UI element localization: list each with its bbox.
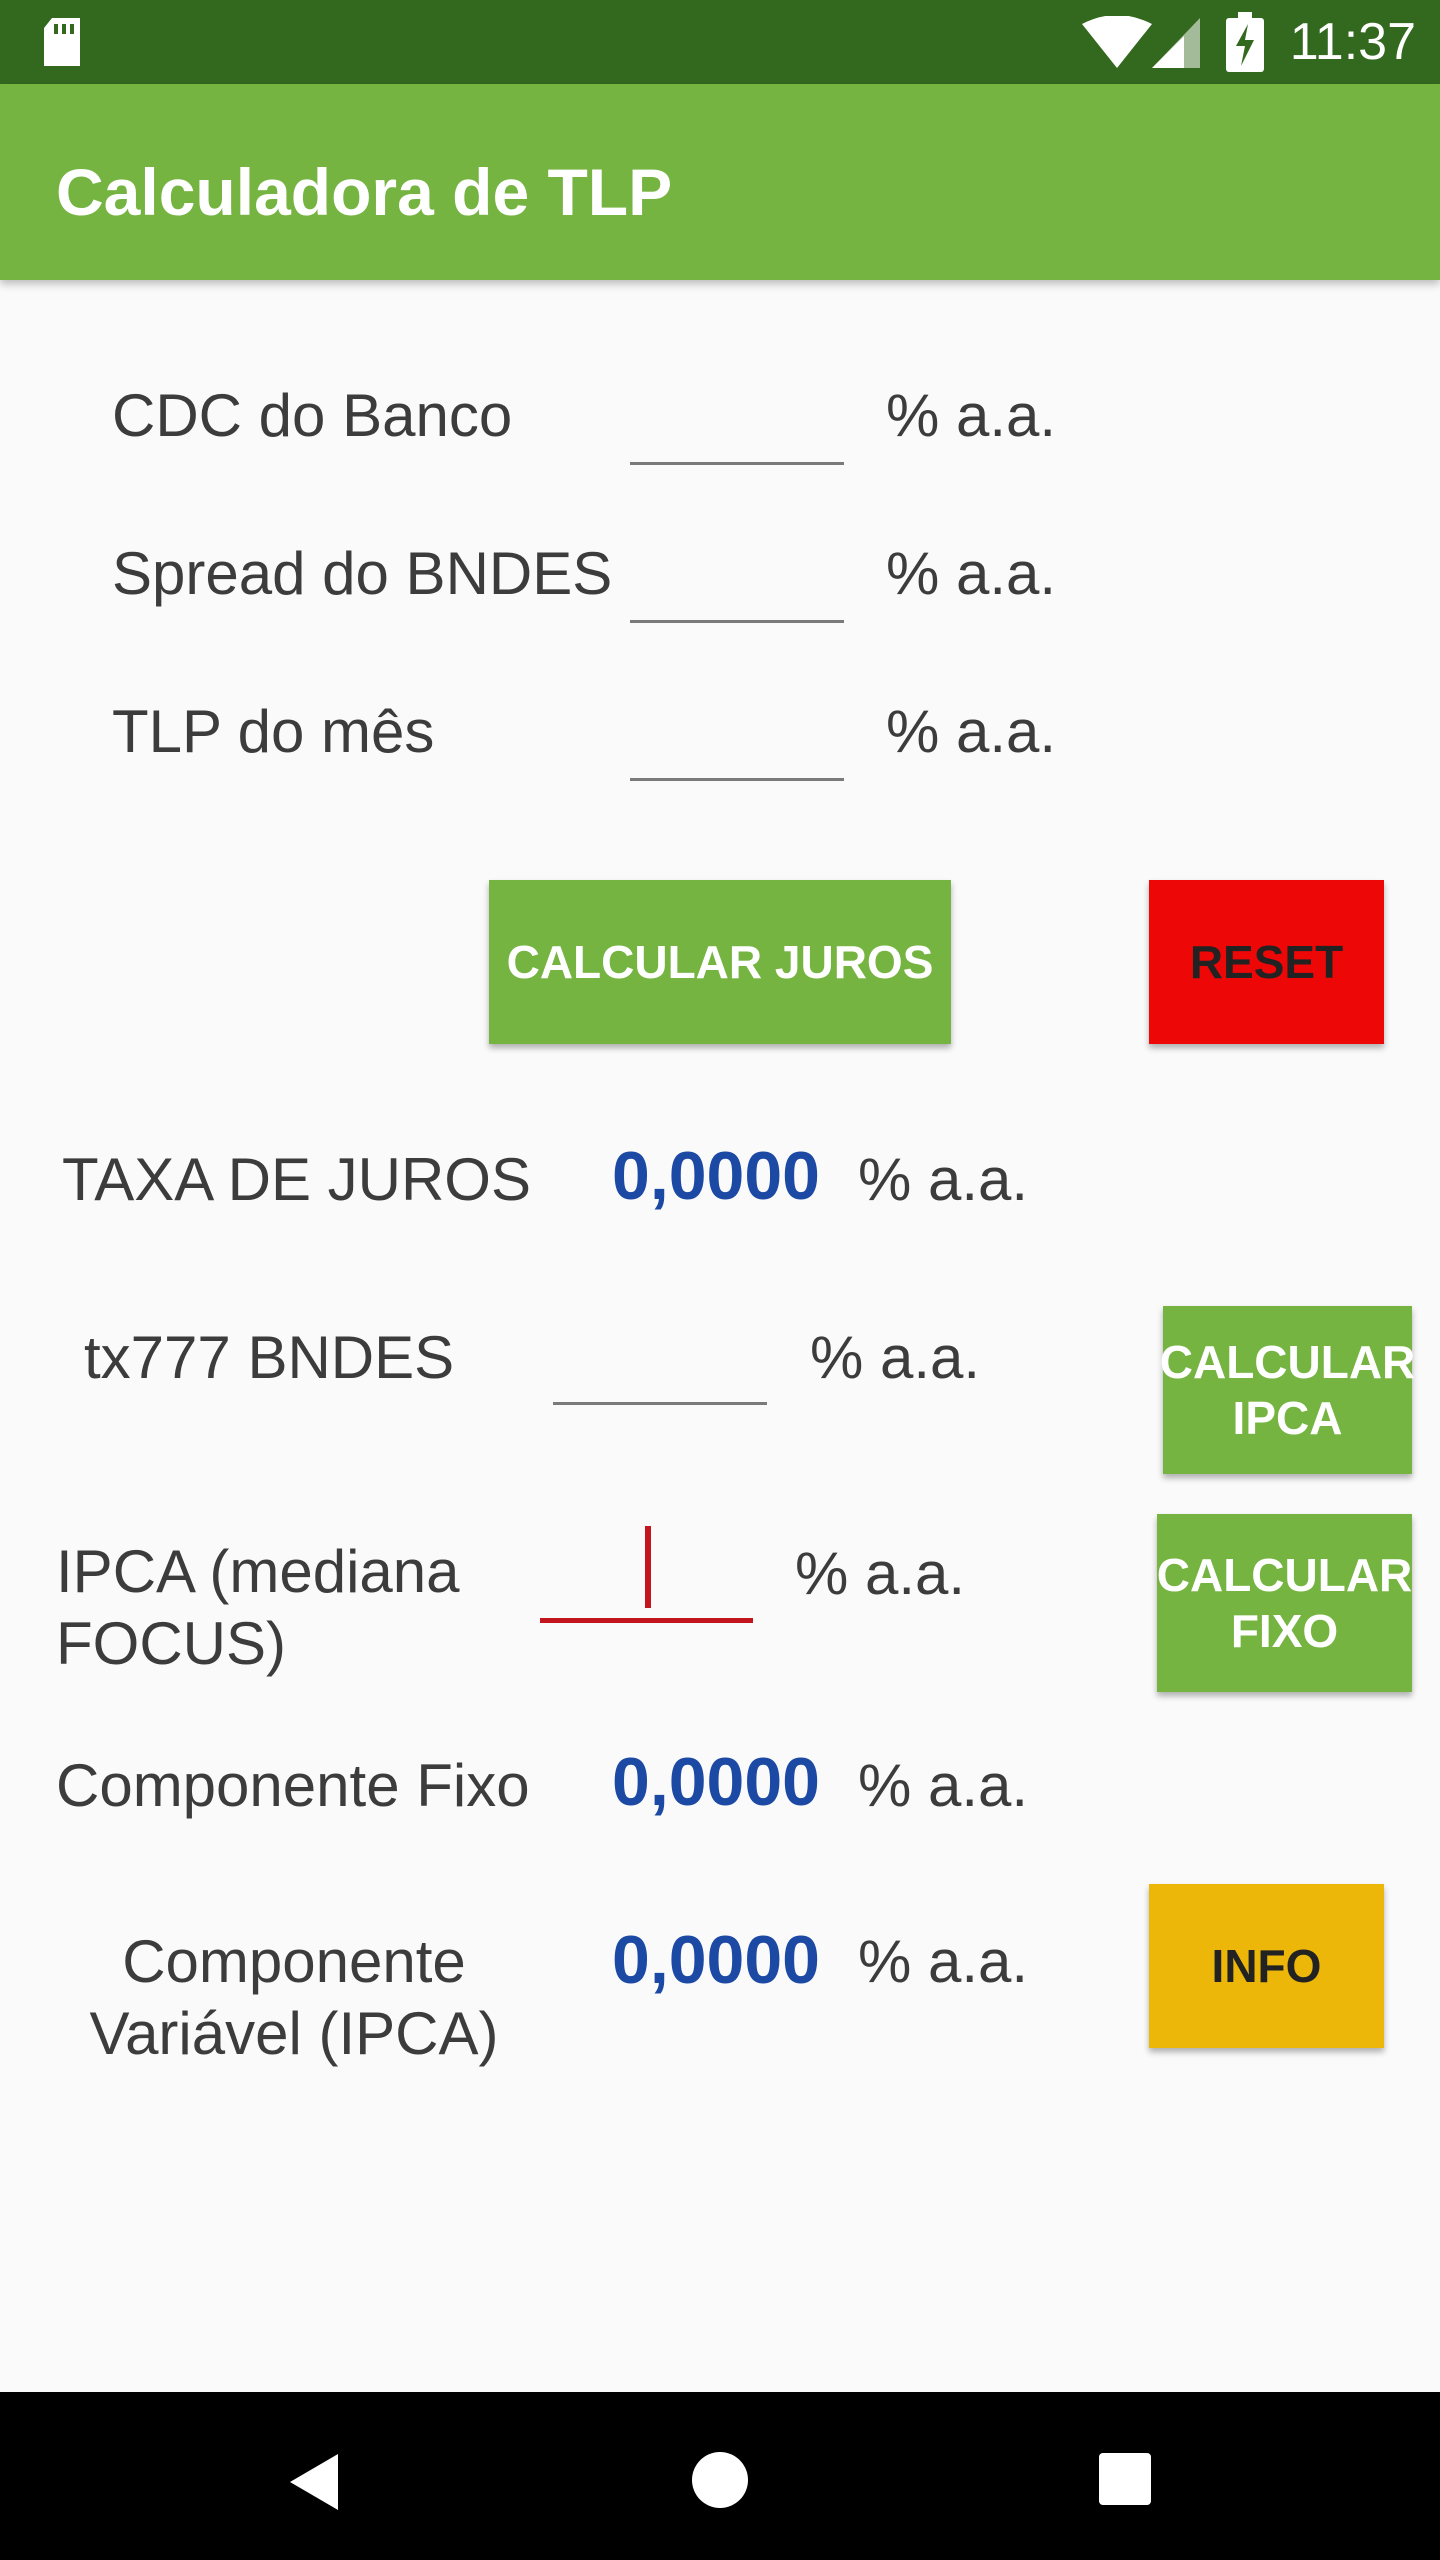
ipca-label: IPCA (mediana FOCUS) [56,1538,460,1677]
navigation-bar [0,2392,1440,2560]
componente-fixo-value: 0,0000 [612,1744,820,1820]
text-cursor [645,1526,651,1608]
componente-fixo-unit: % a.a. [858,1752,1029,1819]
taxa-juros-label: TAXA DE JUROS [62,1146,531,1213]
calcular-juros-button[interactable]: CALCULAR JUROS [489,880,951,1044]
componente-fixo-label: Componente Fixo [56,1752,530,1819]
battery-charging-icon [1226,12,1264,72]
signal-icon [1152,18,1200,68]
tx777-label: tx777 BNDES [84,1324,455,1391]
componente-variavel-unit: % a.a. [858,1928,1029,1995]
status-bar: 11:37 [0,0,1440,84]
tx777-input[interactable] [553,1402,767,1405]
calcular-fixo-button[interactable]: CALCULAR FIXO [1157,1514,1412,1692]
tlp-input[interactable] [630,778,844,781]
wifi-icon [1082,16,1152,68]
back-icon[interactable] [288,2452,340,2512]
cdc-input[interactable] [630,462,844,465]
home-icon[interactable] [690,2450,750,2510]
spread-label: Spread do BNDES [112,540,613,607]
tlp-unit: % a.a. [886,698,1057,765]
reset-button[interactable]: RESET [1149,880,1384,1044]
status-time: 11:37 [1289,13,1416,71]
componente-variavel-label: Componente Variável (IPCA) [89,1928,499,2067]
calcular-ipca-button[interactable]: CALCULAR IPCA [1160,1306,1415,1474]
ipca-input[interactable] [540,1618,753,1623]
spread-unit: % a.a. [886,540,1057,607]
info-button[interactable]: INFO [1149,1884,1384,2048]
taxa-juros-value: 0,0000 [612,1138,820,1214]
ipca-unit: % a.a. [795,1540,966,1607]
app-bar: Calculadora de TLP [0,84,1440,280]
sd-card-icon [44,18,80,66]
cdc-label: CDC do Banco [112,382,513,449]
recents-icon[interactable] [1098,2452,1152,2506]
spread-input[interactable] [630,620,844,623]
tlp-label: TLP do mês [112,698,435,765]
cdc-unit: % a.a. [886,382,1057,449]
app-title: Calculadora de TLP [56,155,673,229]
componente-variavel-value: 0,0000 [612,1922,820,1998]
tx777-unit: % a.a. [810,1324,981,1391]
taxa-juros-unit: % a.a. [858,1146,1029,1213]
